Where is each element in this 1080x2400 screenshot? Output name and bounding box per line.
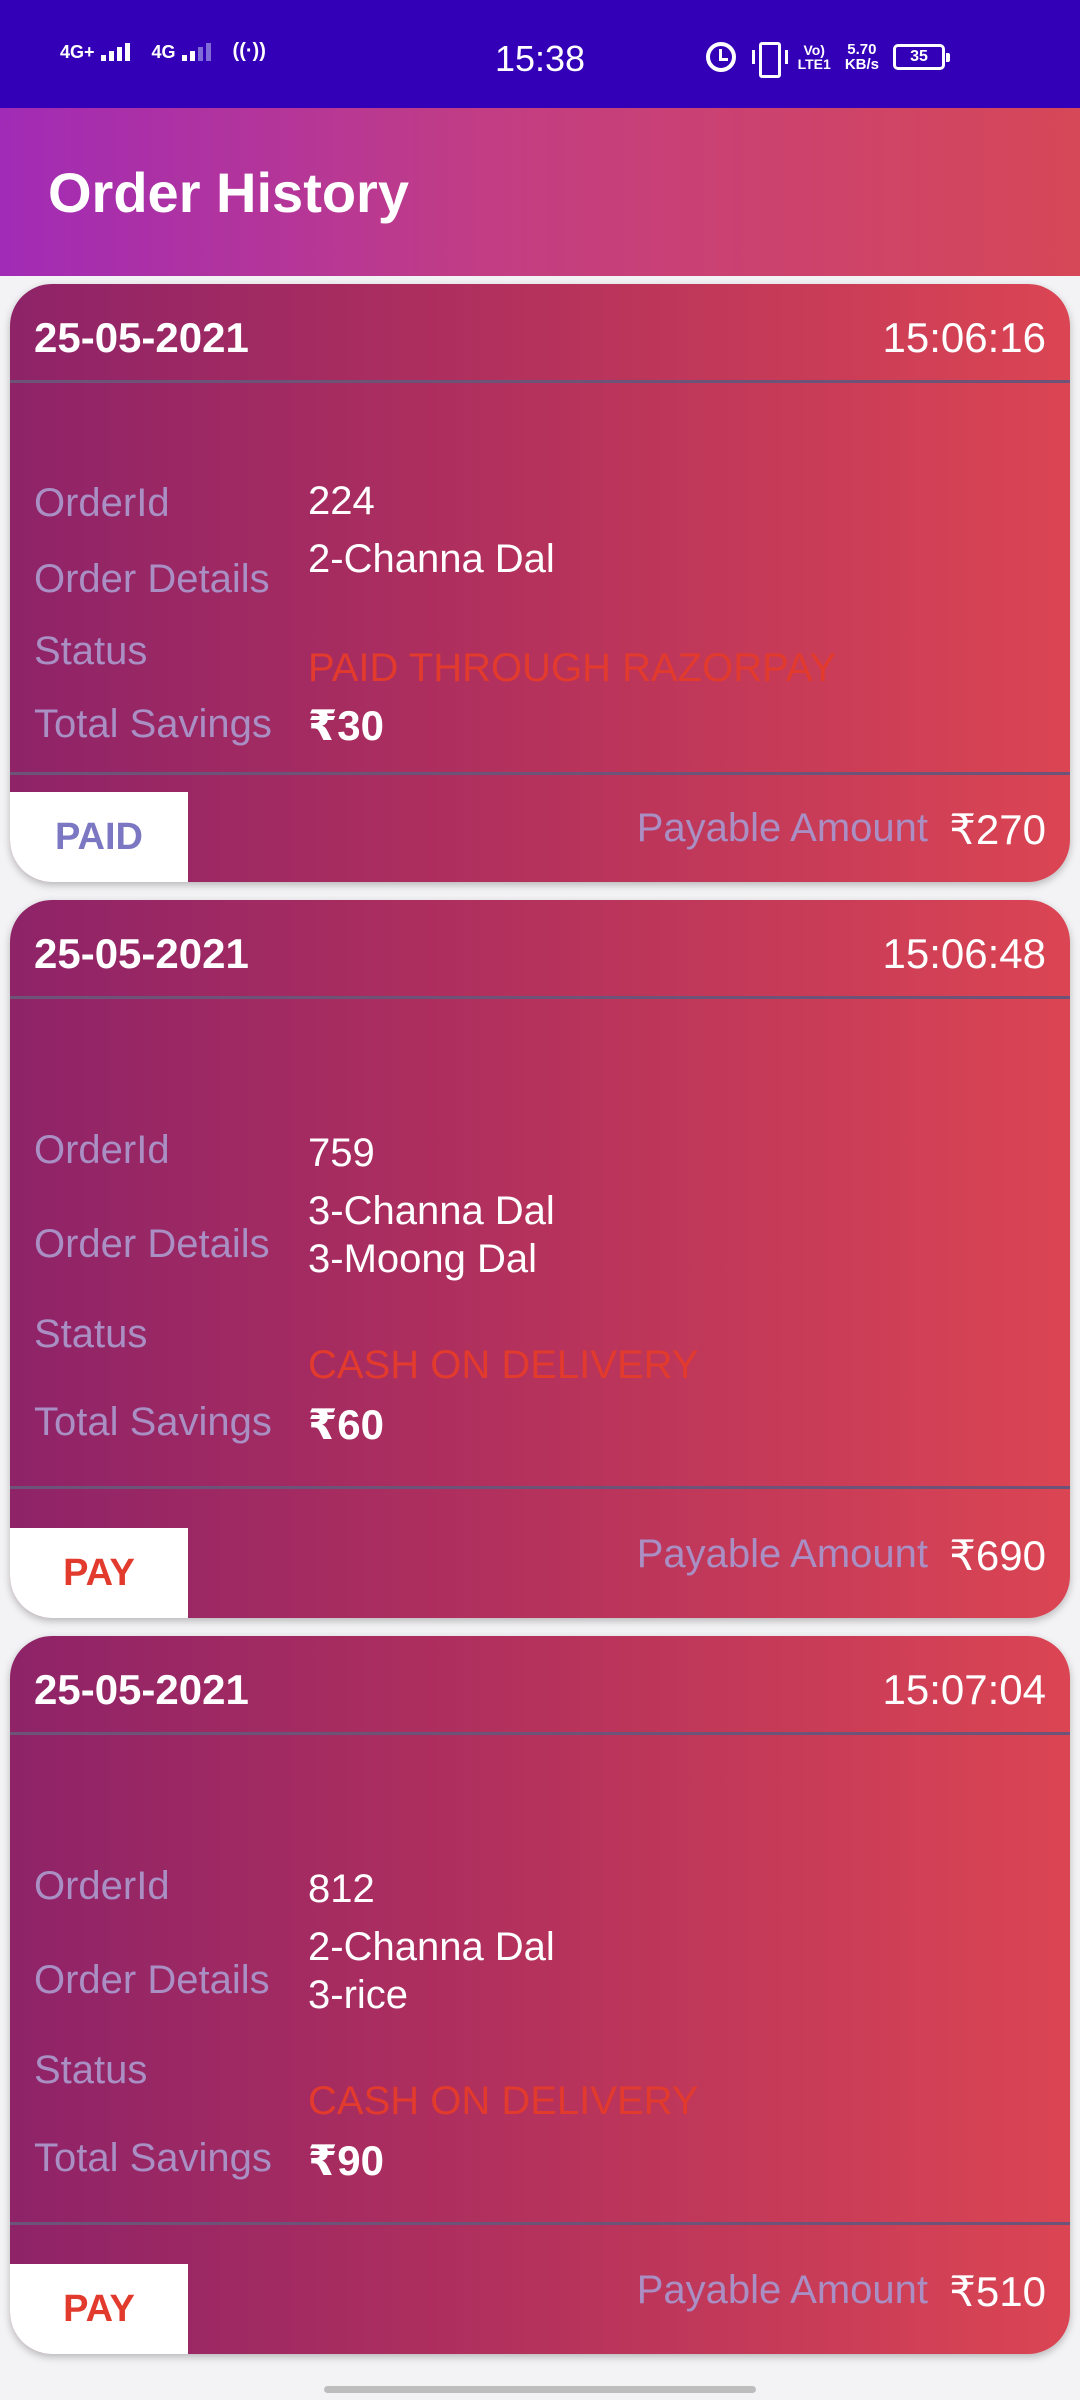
app-bar: Order History <box>0 108 1080 276</box>
order-details-label: Order Details <box>34 1222 270 1266</box>
network-speed: 5.70 KB/s <box>845 42 879 72</box>
footer-divider <box>10 1486 1070 1489</box>
order-date: 25-05-2021 <box>34 314 249 361</box>
status-value: CASH ON DELIVERY <box>308 2079 699 2123</box>
order-id-value: 812 <box>308 1867 375 1911</box>
status-label: Status <box>34 1312 148 1356</box>
pay-button[interactable]: PAY <box>10 2264 188 2354</box>
payable-amount-value: ₹510 <box>949 2268 1046 2315</box>
order-details-label: Order Details <box>34 1958 270 2002</box>
order-date: 25-05-2021 <box>34 930 249 977</box>
paid-button[interactable]: PAID <box>10 792 188 882</box>
order-card: 25-05-2021 15:06:16 OrderId 224 Order De… <box>10 284 1070 882</box>
order-details-item: 3-Moong Dal <box>308 1237 538 1281</box>
total-savings-value: ₹60 <box>308 1401 384 1448</box>
order-id-value: 759 <box>308 1131 375 1175</box>
order-id-label: OrderId <box>34 1864 170 1908</box>
pay-button[interactable]: PAY <box>10 1528 188 1618</box>
order-card: 25-05-2021 15:07:04 OrderId 812 Order De… <box>10 1636 1070 2354</box>
speed-unit: KB/s <box>844 56 879 73</box>
header-divider <box>10 996 1070 999</box>
order-details-item: 2-Channa Dal <box>308 1925 555 1969</box>
footer-divider <box>10 772 1070 775</box>
order-time: 15:06:48 <box>882 930 1047 977</box>
total-savings-label: Total Savings <box>34 702 272 746</box>
total-savings-label: Total Savings <box>34 1400 272 1444</box>
total-savings-label: Total Savings <box>34 2136 272 2180</box>
payable-amount-label: Payable Amount <box>636 806 928 850</box>
status-bar: 4G+ 4G ((·)) 15:38 Vo) LTE1 5.70 KB/s 35 <box>0 0 1080 108</box>
alarm-icon <box>705 42 736 72</box>
order-details-label: Order Details <box>34 557 270 601</box>
payable-amount-value: ₹690 <box>949 1532 1046 1579</box>
page-title: Order History <box>48 161 409 224</box>
order-date: 25-05-2021 <box>34 1666 249 1713</box>
payable-amount-label: Payable Amount <box>636 1532 928 1576</box>
total-savings-value: ₹90 <box>308 2137 384 2184</box>
speed-value: 5.70 <box>847 41 877 58</box>
status-label: Status <box>34 2048 148 2092</box>
footer-divider <box>10 2222 1070 2225</box>
total-savings-value: ₹30 <box>308 702 384 749</box>
status-value: CASH ON DELIVERY <box>308 1343 699 1387</box>
status-label: Status <box>34 629 148 673</box>
order-details-item: 3-Channa Dal <box>308 1189 555 1233</box>
payable-amount-label: Payable Amount <box>636 2268 928 2312</box>
header-divider <box>10 1732 1070 1735</box>
vibrate-icon <box>750 42 788 78</box>
volte-top: Vo) <box>803 42 825 58</box>
order-id-label: OrderId <box>34 1128 170 1172</box>
order-details-item: 2-Channa Dal <box>308 537 555 581</box>
payable-amount-value: ₹270 <box>949 806 1046 853</box>
battery-icon: 35 <box>893 44 950 70</box>
order-details-item: 3-rice <box>308 1973 409 2017</box>
order-id-label: OrderId <box>34 481 170 525</box>
home-indicator[interactable] <box>324 2386 756 2393</box>
order-time: 15:06:16 <box>882 314 1047 361</box>
volte-icon: Vo) LTE1 <box>798 43 831 71</box>
order-time: 15:07:04 <box>882 1666 1047 1713</box>
order-card: 25-05-2021 15:06:48 OrderId 759 Order De… <box>10 900 1070 1618</box>
status-value: PAID THROUGH RAZORPAY <box>308 646 837 690</box>
order-id-value: 224 <box>308 479 375 523</box>
volte-bottom: LTE1 <box>797 56 831 72</box>
header-divider <box>10 380 1070 383</box>
